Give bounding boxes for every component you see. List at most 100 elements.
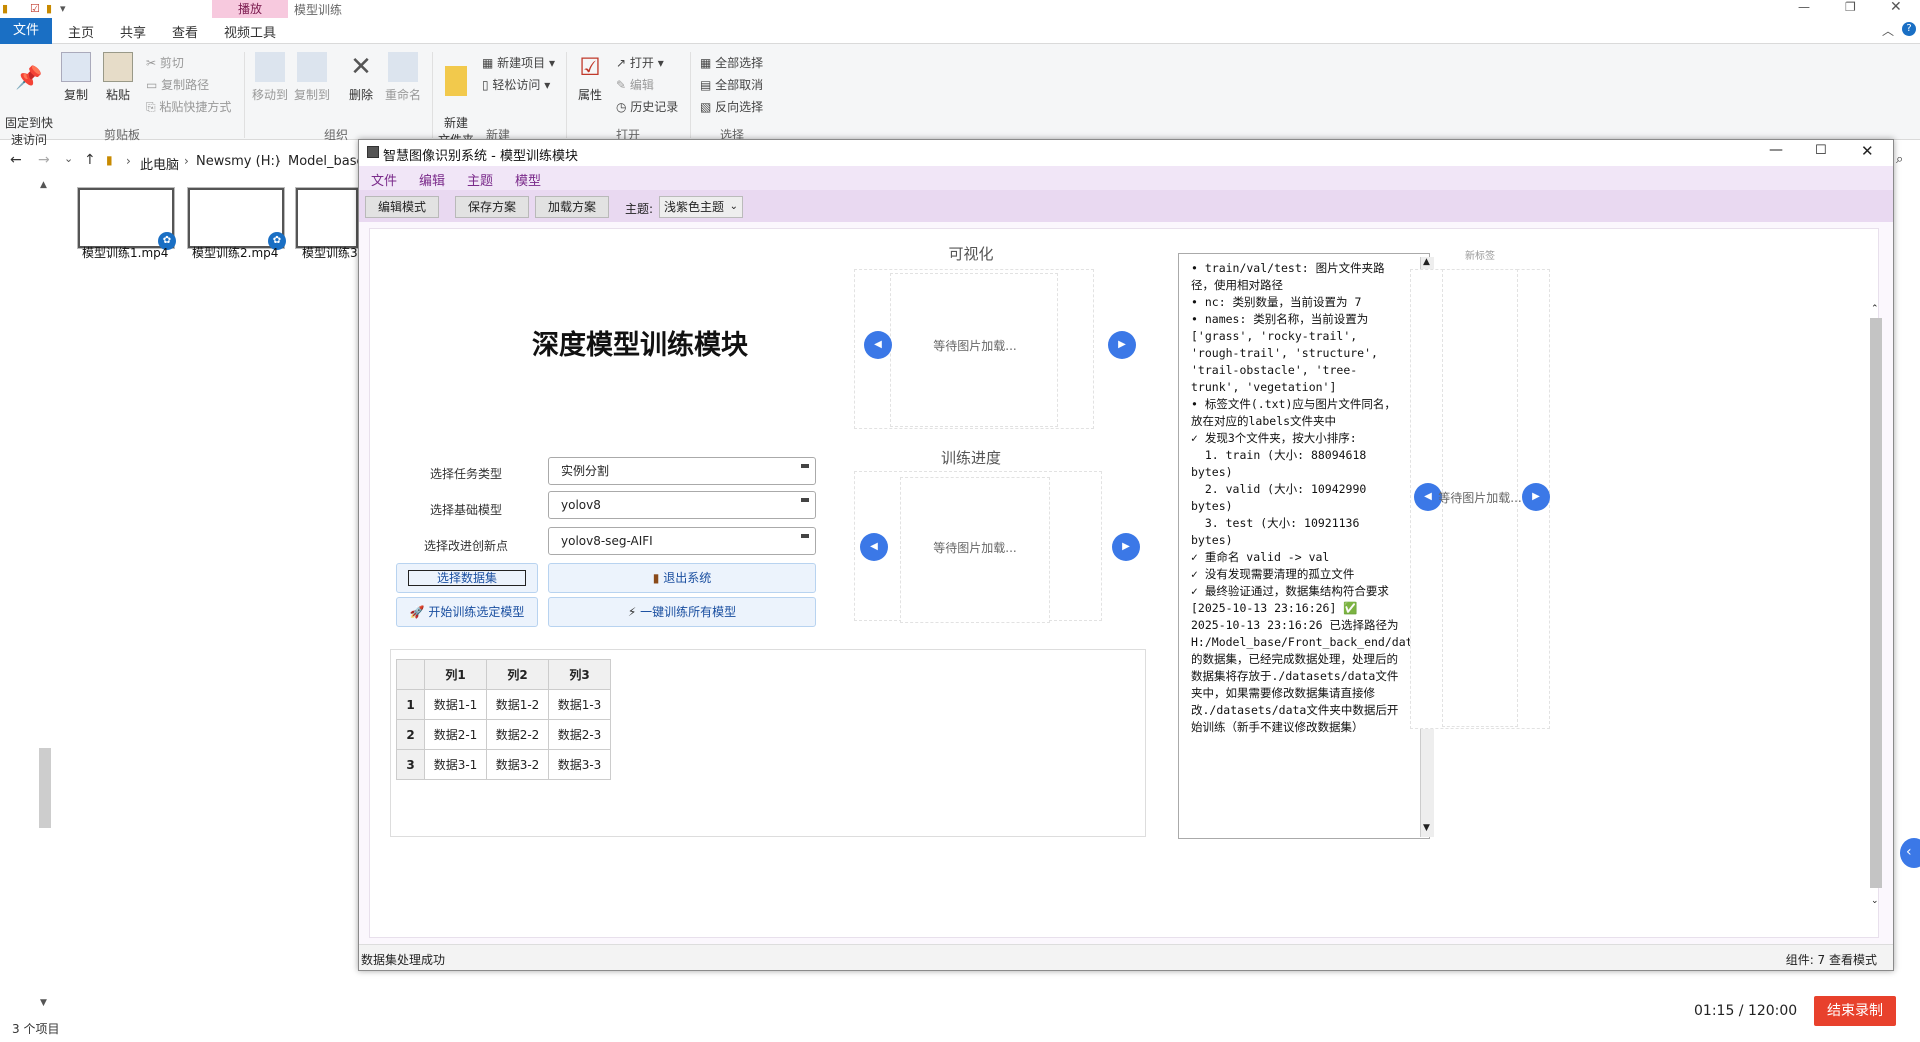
task-type-select[interactable]: 实例分割 bbox=[548, 457, 816, 485]
theme-select[interactable]: 浅紫色主题 ⌄ bbox=[659, 196, 743, 218]
improvement-select[interactable]: yolov8-seg-AIFI bbox=[548, 527, 816, 555]
table-cell[interactable]: 数据3-3 bbox=[548, 749, 611, 780]
menu-theme[interactable]: 主题 bbox=[467, 170, 493, 189]
minimize-icon[interactable]: — bbox=[1769, 142, 1783, 158]
edit-mode-button[interactable]: 编辑模式 bbox=[365, 196, 439, 218]
minimize-icon[interactable]: — bbox=[1798, 0, 1810, 14]
column-header[interactable]: 列2 bbox=[486, 659, 549, 690]
cut-button[interactable]: ✂ 剪切 bbox=[146, 54, 184, 71]
pin-quick-access-button[interactable]: 📌 固定到快 速访问 bbox=[4, 52, 54, 148]
table-cell[interactable]: 数据3-2 bbox=[486, 749, 549, 780]
up-icon[interactable]: ↑ bbox=[84, 152, 96, 168]
table-cell[interactable]: 数据1-1 bbox=[424, 689, 487, 720]
table-cell[interactable]: 数据1-3 bbox=[548, 689, 611, 720]
paste-button[interactable]: 粘贴 bbox=[100, 52, 136, 103]
open-button[interactable]: ↗ 打开 ▾ bbox=[616, 54, 664, 71]
visualize-prev-button[interactable]: ◀ bbox=[864, 331, 892, 359]
file-thumbnail-1[interactable]: ✿ bbox=[78, 188, 176, 250]
column-header[interactable]: 列3 bbox=[548, 659, 611, 690]
tab-home[interactable]: 主页 bbox=[68, 22, 94, 41]
row-header[interactable]: 1 bbox=[396, 689, 425, 720]
content-scrollbar[interactable]: ⌃ ⌄ bbox=[1869, 304, 1883, 1014]
file-thumbnail-3[interactable] bbox=[296, 188, 358, 248]
exit-button[interactable]: ▮ 退出系统 bbox=[548, 563, 816, 593]
load-plan-button[interactable]: 加载方案 bbox=[535, 196, 609, 218]
copy-button[interactable]: 复制 bbox=[60, 52, 92, 103]
tab-view[interactable]: 查看 bbox=[172, 22, 198, 41]
row-header[interactable]: 2 bbox=[396, 719, 425, 750]
tab-file[interactable]: 文件 bbox=[0, 18, 52, 44]
copy-to-button[interactable]: 复制到 bbox=[292, 52, 332, 103]
easy-access-button[interactable]: ▯ 轻松访问 ▾ bbox=[482, 76, 550, 93]
back-icon[interactable]: ← bbox=[10, 152, 22, 168]
copy-path-button[interactable]: ▭ 复制路径 bbox=[146, 76, 209, 93]
select-dataset-button[interactable]: 选择数据集 bbox=[396, 563, 538, 593]
new-tab-next-button[interactable]: ▶ bbox=[1522, 483, 1550, 511]
log-output[interactable]: • train/val/test: 图片文件夹路径，使用相对路径 • nc: 类… bbox=[1178, 253, 1430, 839]
save-plan-button[interactable]: 保存方案 bbox=[455, 196, 529, 218]
quick-access-dropdown-icon[interactable]: ▾ bbox=[60, 2, 66, 15]
progress-next-button[interactable]: ▶ bbox=[1112, 533, 1140, 561]
visualize-next-button[interactable]: ▶ bbox=[1108, 331, 1136, 359]
train-selected-button[interactable]: 🚀 开始训练选定模型 bbox=[396, 597, 538, 627]
scissors-icon: ✂ bbox=[146, 56, 160, 70]
edit-button[interactable]: ✎ 编辑 bbox=[616, 76, 654, 93]
select-none-button[interactable]: ▤ 全部取消 bbox=[700, 76, 763, 93]
close-icon[interactable]: ✕ bbox=[1861, 142, 1874, 160]
menu-model[interactable]: 模型 bbox=[515, 170, 541, 189]
paste-shortcut-button[interactable]: ⎘ 粘贴快捷方式 bbox=[146, 98, 231, 115]
tab-share[interactable]: 共享 bbox=[120, 22, 146, 41]
new-folder-icon bbox=[445, 66, 467, 96]
breadcrumb-model-base[interactable]: Model_base bbox=[288, 154, 365, 169]
recent-locations-icon[interactable]: ⌄ bbox=[64, 152, 73, 165]
close-icon[interactable]: ✕ bbox=[1890, 0, 1902, 15]
train-all-button[interactable]: ⚡ 一键训练所有模型 bbox=[548, 597, 816, 627]
forward-icon[interactable]: → bbox=[38, 152, 50, 168]
new-item-button[interactable]: ▦ 新建项目 ▾ bbox=[482, 54, 555, 71]
menu-file[interactable]: 文件 bbox=[371, 170, 397, 189]
properties-quick-icon[interactable]: ☑ bbox=[30, 2, 40, 15]
help-icon[interactable]: ? bbox=[1902, 22, 1916, 36]
table-cell[interactable]: 数据2-2 bbox=[486, 719, 549, 750]
navigation-scrollbar[interactable]: ▲ ▼ bbox=[39, 180, 52, 1010]
file-name-2[interactable]: 模型训练2.mp4 bbox=[192, 244, 278, 261]
rename-button[interactable]: 重命名 bbox=[382, 52, 424, 103]
table-cell[interactable]: 数据2-3 bbox=[548, 719, 611, 750]
lightning-icon: ⚡ bbox=[627, 605, 641, 619]
breadcrumb-separator: › bbox=[276, 154, 281, 168]
tab-video-tools[interactable]: 视频工具 bbox=[224, 22, 276, 41]
file-name-1[interactable]: 模型训练1.mp4 bbox=[82, 244, 168, 261]
invert-selection-button[interactable]: ▧ 反向选择 bbox=[700, 98, 763, 115]
stop-recording-button[interactable]: 结束录制 bbox=[1814, 996, 1896, 1026]
new-tab-waiting-text: 等待图片加载... bbox=[1438, 491, 1522, 505]
maximize-icon[interactable]: ☐ bbox=[1815, 143, 1827, 158]
data-table[interactable]: 列1 列2 列3 1 数据1-1 数据1-2 数据1-3 2 数据2-1 数据2… bbox=[396, 659, 611, 780]
delete-button[interactable]: ✕ 删除 bbox=[346, 52, 376, 103]
breadcrumb-drive[interactable]: Newsmy (H:) bbox=[196, 154, 280, 169]
new-folder-quick-icon[interactable]: ▮ bbox=[46, 2, 52, 15]
breadcrumb-this-pc[interactable]: 此电脑 bbox=[140, 154, 179, 173]
collapse-ribbon-icon[interactable]: ︿ bbox=[1882, 22, 1894, 39]
table-cell[interactable]: 数据1-2 bbox=[486, 689, 549, 720]
divider bbox=[244, 52, 245, 138]
table-cell[interactable]: 数据2-1 bbox=[424, 719, 487, 750]
file-name-3[interactable]: 模型训练3. bbox=[302, 244, 361, 261]
search-icon[interactable]: ⌕ bbox=[1896, 152, 1903, 167]
menu-edit[interactable]: 编辑 bbox=[419, 170, 445, 189]
new-folder-button[interactable]: 新建 文件夹 bbox=[436, 52, 476, 148]
row-header[interactable]: 3 bbox=[396, 749, 425, 780]
side-panel-toggle[interactable]: ‹ bbox=[1900, 838, 1920, 868]
restore-icon[interactable]: ❐ bbox=[1845, 0, 1856, 14]
history-button[interactable]: ◷ 历史记录 bbox=[616, 98, 678, 115]
column-header[interactable]: 列1 bbox=[424, 659, 487, 690]
base-model-select[interactable]: yolov8 bbox=[548, 491, 816, 519]
file-thumbnail-2[interactable]: ✿ bbox=[188, 188, 286, 250]
move-to-button[interactable]: 移动到 bbox=[250, 52, 290, 103]
table-cell[interactable]: 数据3-1 bbox=[424, 749, 487, 780]
select-all-button[interactable]: ▦ 全部选择 bbox=[700, 54, 763, 71]
properties-button[interactable]: ☑ 属性 bbox=[572, 52, 608, 103]
progress-prev-button[interactable]: ◀ bbox=[860, 533, 888, 561]
paste-shortcut-icon: ⎘ bbox=[146, 100, 160, 114]
table-header-row: 列1 列2 列3 bbox=[396, 659, 611, 690]
explorer-titlebar: ▮ ☑ ▮ ▾ 播放 模型训练 — ❐ ✕ bbox=[0, 0, 1920, 18]
